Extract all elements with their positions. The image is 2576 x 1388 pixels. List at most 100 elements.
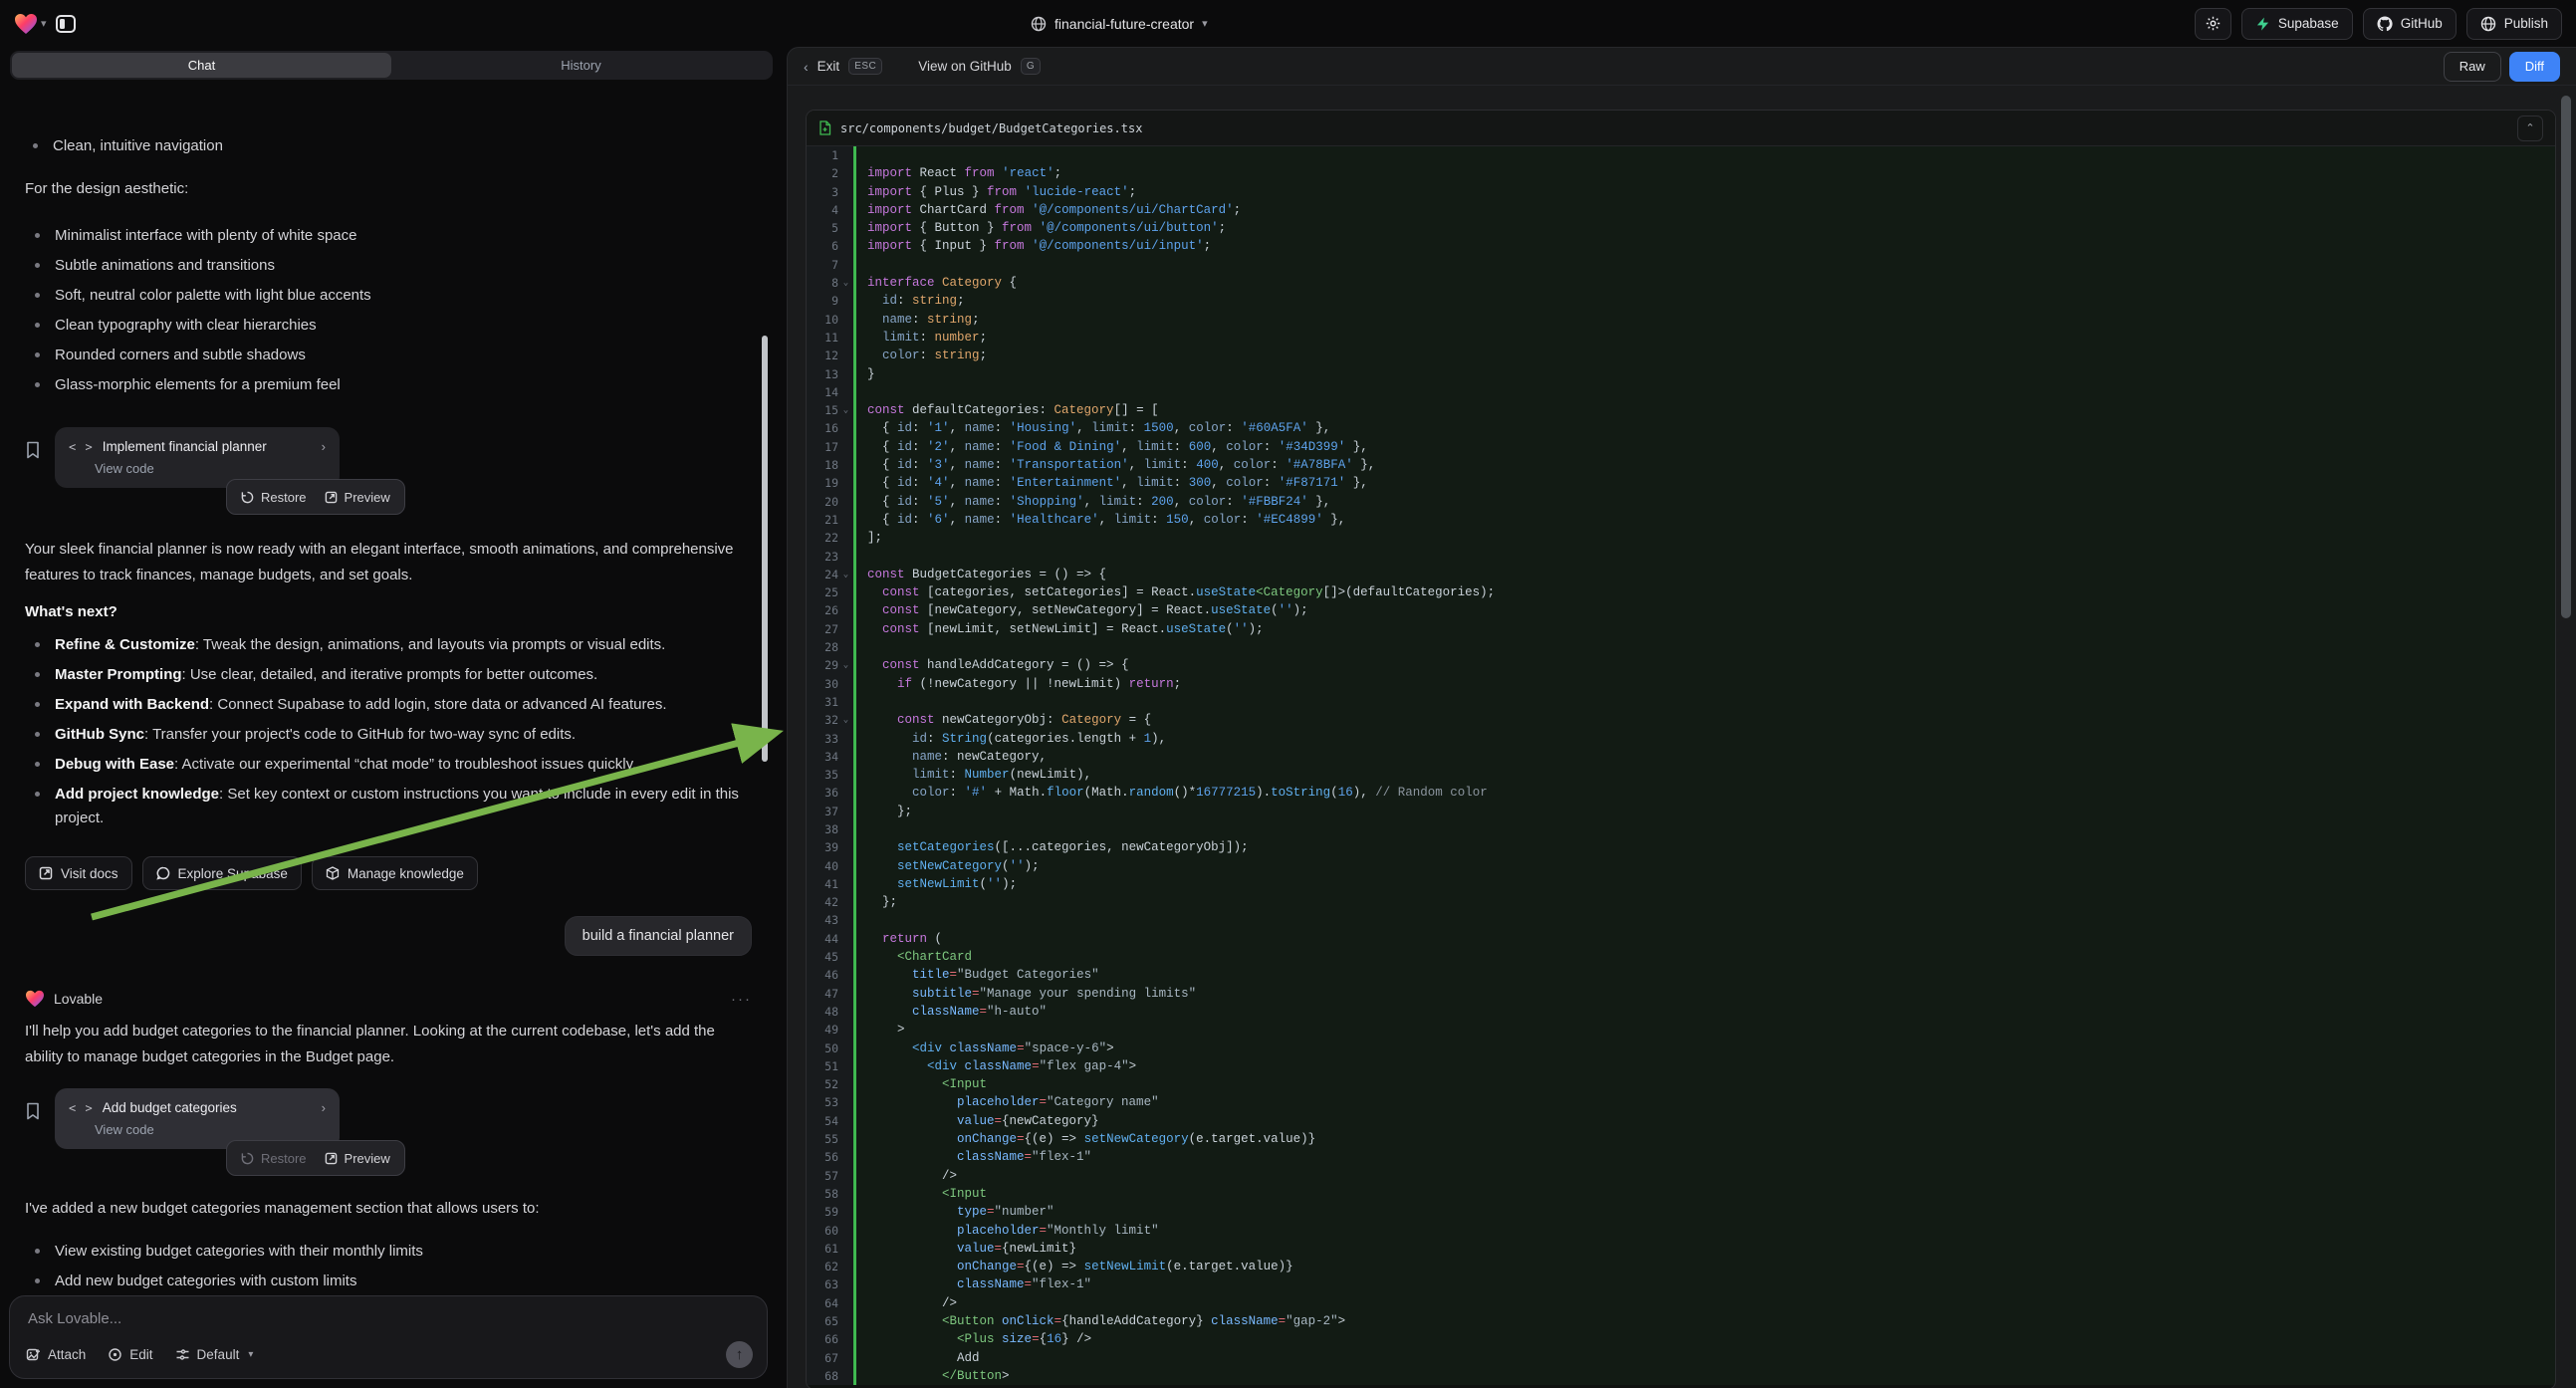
bullet-dot [33, 143, 38, 148]
bookmark-icon[interactable] [25, 441, 47, 515]
mode-select[interactable]: Default ▾ [175, 1347, 254, 1362]
publish-button[interactable]: Publish [2466, 8, 2562, 40]
toggle-sidebar-button[interactable] [51, 10, 81, 38]
project-chevron-down-icon: ▾ [1202, 17, 1208, 30]
list-item: Glass-morphic elements for a premium fee… [27, 373, 752, 397]
diff-added-bar [853, 711, 856, 729]
diff-added-bar [853, 730, 856, 748]
chat-scrollbar[interactable] [762, 336, 768, 762]
restore-preview-pill: Restore Preview [226, 479, 405, 515]
diff-added-bar [853, 401, 856, 419]
preview-button[interactable]: Preview [325, 490, 390, 505]
diff-added-bar [853, 1222, 856, 1240]
code-line: 30 if (!newCategory || !newLimit) return… [807, 675, 2555, 693]
send-button[interactable]: ↑ [726, 1341, 753, 1368]
tab-chat[interactable]: Chat [12, 53, 391, 78]
manage-knowledge-button[interactable]: Manage knowledge [312, 856, 478, 890]
view-code-link[interactable]: View code [95, 1122, 326, 1137]
chevron-left-icon: ‹ [804, 59, 809, 75]
code-line: 11 limit: number; [807, 329, 2555, 347]
settings-button[interactable] [2195, 8, 2231, 40]
bookmark-icon[interactable] [25, 1102, 47, 1176]
fold-chevron-icon[interactable]: ⌄ [838, 401, 853, 419]
diff-added-bar [853, 1040, 856, 1057]
fold-chevron-icon[interactable]: ⌄ [838, 711, 853, 729]
diff-added-bar [853, 1312, 856, 1330]
diff-added-bar [853, 329, 856, 347]
fold-chevron-icon[interactable]: ⌄ [838, 566, 853, 583]
code-line: 19 { id: '4', name: 'Entertainment', lim… [807, 474, 2555, 492]
diff-added-bar [853, 456, 856, 474]
code-scrollbar[interactable] [2561, 96, 2571, 618]
list-item: Add project knowledge: Set key context o… [27, 783, 752, 830]
code-line: 17 { id: '2', name: 'Food & Dining', lim… [807, 438, 2555, 456]
project-switcher[interactable]: financial-future-creator ▾ [1031, 0, 1208, 47]
bullet-dot [35, 352, 40, 357]
code-line: 61 value={newLimit} [807, 1240, 2555, 1258]
code-line: 2import React from 'react'; [807, 164, 2555, 182]
diff-added-bar [853, 311, 856, 329]
logo-chevron-down-icon[interactable]: ▾ [41, 17, 47, 30]
diff-added-bar [853, 1093, 856, 1111]
bullet-dot [35, 672, 40, 677]
explore-supabase-button[interactable]: Explore Supabase [142, 856, 302, 890]
code-line: 48 className="h-auto" [807, 1003, 2555, 1021]
restore-button[interactable]: Restore [241, 1151, 307, 1166]
code-line: 63 className="flex-1" [807, 1275, 2555, 1293]
code-line: 46 title="Budget Categories" [807, 966, 2555, 984]
code-line: 50 <div className="space-y-6"> [807, 1040, 2555, 1057]
code-line: 54 value={newCategory} [807, 1112, 2555, 1130]
list-item: Add new budget categories with custom li… [27, 1270, 752, 1293]
lovable-logo-icon[interactable] [14, 13, 38, 35]
diff-toggle-button[interactable]: Diff [2509, 52, 2560, 82]
diff-added-bar [853, 1367, 856, 1385]
preview-button[interactable]: Preview [325, 1151, 390, 1166]
supabase-button[interactable]: Supabase [2241, 8, 2353, 40]
sliders-icon [175, 1347, 190, 1362]
chat-input[interactable] [28, 1310, 749, 1327]
code-line: 57 /> [807, 1167, 2555, 1185]
tab-history[interactable]: History [391, 53, 771, 78]
diff-added-bar [853, 948, 856, 966]
diff-added-bar [853, 164, 856, 182]
bullet-dot [35, 1278, 40, 1283]
code-line: 37 }; [807, 803, 2555, 820]
file-diff-card: src/components/budget/BudgetCategories.t… [806, 110, 2556, 1388]
user-message-row: build a financial planner [25, 916, 752, 956]
fold-chevron-icon[interactable]: ⌄ [838, 656, 853, 674]
edit-mode-button[interactable]: Edit [108, 1347, 152, 1362]
code-line: 32⌄ const newCategoryObj: Category = { [807, 711, 2555, 729]
code-line: 65 <Button onClick={handleAddCategory} c… [807, 1312, 2555, 1330]
attach-button[interactable]: Attach [26, 1347, 86, 1362]
diff-added-bar [853, 966, 856, 984]
visit-docs-button[interactable]: Visit docs [25, 856, 132, 890]
diff-added-bar [853, 1075, 856, 1093]
raw-toggle-button[interactable]: Raw [2444, 52, 2501, 82]
file-header[interactable]: src/components/budget/BudgetCategories.t… [807, 111, 2555, 146]
exit-button[interactable]: Exit [818, 59, 840, 74]
code-line: 60 placeholder="Monthly limit" [807, 1222, 2555, 1240]
view-on-github-link[interactable]: View on GitHub [918, 59, 1012, 74]
code-line: 43 [807, 911, 2555, 929]
package-icon [326, 866, 340, 880]
code-line: 38 [807, 820, 2555, 838]
diff-added-bar [853, 985, 856, 1003]
chevron-right-icon: › [322, 439, 326, 454]
restore-button[interactable]: Restore [241, 490, 307, 505]
diff-added-bar [853, 601, 856, 619]
top-bar: ▾ financial-future-creator ▾ [0, 0, 2576, 47]
diff-added-bar [853, 347, 856, 364]
assistant-intro: I'll help you add budget categories to t… [25, 1019, 752, 1070]
target-icon [108, 1347, 122, 1362]
code-line: 64 /> [807, 1294, 2555, 1312]
code-line: 47 subtitle="Manage your spending limits… [807, 985, 2555, 1003]
code-lines: 12import React from 'react';3import { Pl… [807, 146, 2555, 1388]
view-code-link[interactable]: View code [95, 461, 326, 476]
fold-chevron-icon[interactable]: ⌄ [838, 274, 853, 292]
github-button[interactable]: GitHub [2363, 8, 2457, 40]
diff-added-bar [853, 1294, 856, 1312]
message-menu-button[interactable]: ··· [731, 991, 752, 1008]
diff-added-bar [853, 529, 856, 547]
ready-paragraph: Your sleek financial planner is now read… [25, 537, 752, 588]
collapse-file-button[interactable]: ⌃ [2517, 116, 2543, 141]
